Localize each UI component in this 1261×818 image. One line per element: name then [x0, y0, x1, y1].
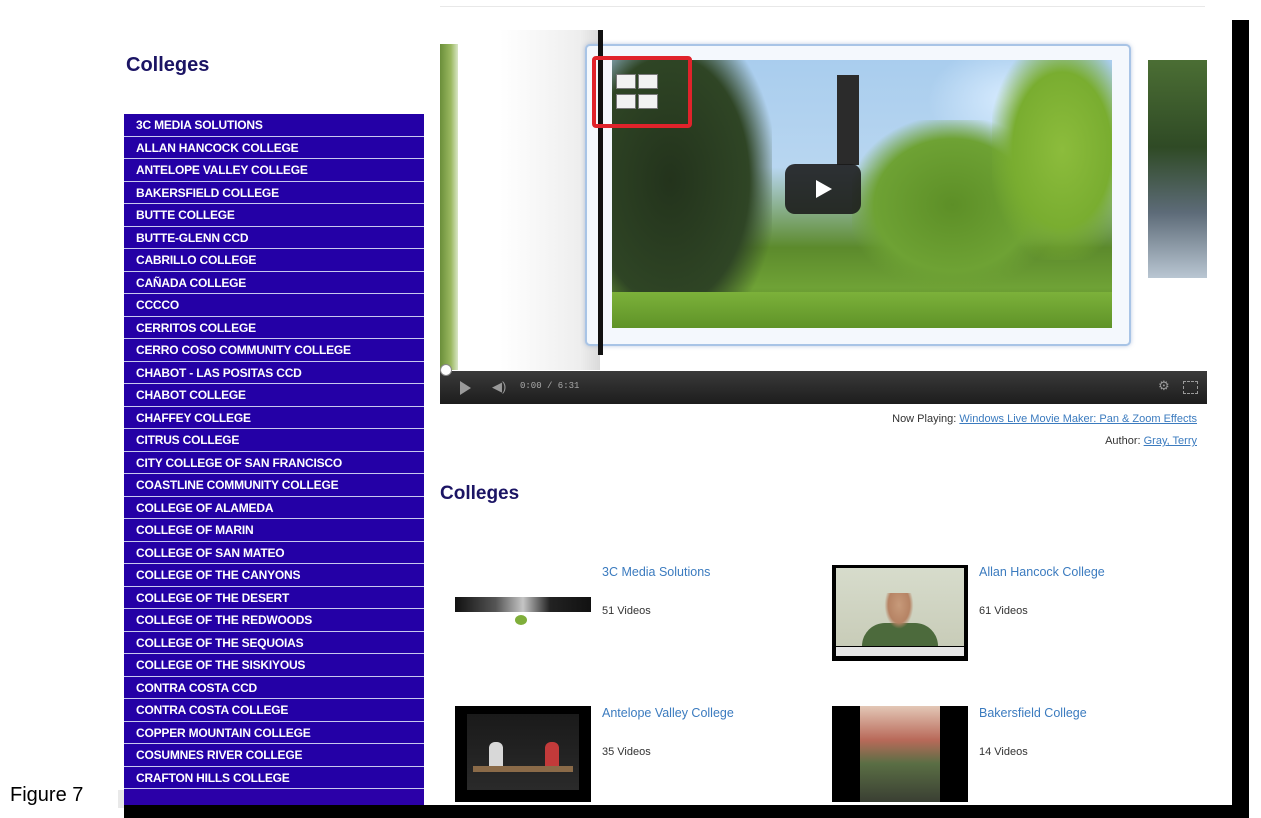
sidebar-item-cerro-coso[interactable]: CERRO COSO COMMUNITY COLLEGE — [124, 339, 424, 362]
sidebar-item-allan-hancock[interactable]: ALLAN HANCOCK COLLEGE — [124, 136, 424, 159]
speaker-icon[interactable]: ◀) — [492, 379, 510, 395]
sidebar-item-chaffey[interactable]: CHAFFEY COLLEGE — [124, 406, 424, 429]
college-card[interactable]: Antelope Valley College 35 Videos — [455, 706, 815, 816]
college-thumbnail[interactable] — [832, 706, 968, 802]
video-count: 35 Videos — [602, 746, 651, 758]
top-divider — [440, 6, 1205, 7]
sidebar-item-3c-media-solutions[interactable]: 3C MEDIA SOLUTIONS — [124, 114, 424, 137]
sidebar-item-chabot[interactable]: CHABOT COLLEGE — [124, 384, 424, 407]
college-name-link[interactable]: 3C Media Solutions — [602, 565, 710, 579]
college-name-link[interactable]: Bakersfield College — [979, 706, 1087, 720]
sidebar-item-citrus[interactable]: CITRUS COLLEGE — [124, 429, 424, 452]
gear-icon[interactable]: ⚙ — [1158, 379, 1172, 393]
sidebar-item-cccco[interactable]: CCCCO — [124, 294, 424, 317]
colleges-heading: Colleges — [440, 483, 520, 504]
sidebar-item-city-college-sf[interactable]: CITY COLLEGE OF SAN FRANCISCO — [124, 451, 424, 474]
sidebar-item-college-of-the-sequoias[interactable]: COLLEGE OF THE SEQUOIAS — [124, 631, 424, 654]
player-controls: ◀) 0:00 / 6:31 ⚙ — [440, 371, 1207, 404]
now-playing-title-link[interactable]: Windows Live Movie Maker: Pan & Zoom Eff… — [959, 413, 1197, 425]
progress-scrubber[interactable] — [440, 364, 452, 376]
college-card[interactable]: Allan Hancock College 61 Videos — [832, 565, 1192, 675]
frame-border-bottom — [124, 805, 1249, 818]
time-readout: 0:00 / 6:31 — [520, 381, 580, 391]
sidebar-item-college-of-san-mateo[interactable]: COLLEGE OF SAN MATEO — [124, 541, 424, 564]
sidebar-item-coastline[interactable]: COASTLINE COMMUNITY COLLEGE — [124, 474, 424, 497]
sidebar-item-butte[interactable]: BUTTE COLLEGE — [124, 204, 424, 227]
author-link[interactable]: Gray, Terry — [1144, 435, 1197, 447]
sidebar-item-college-of-alameda[interactable]: COLLEGE OF ALAMEDA — [124, 496, 424, 519]
sidebar-heading: Colleges — [126, 54, 210, 76]
sidebar-item-college-of-the-redwoods[interactable]: COLLEGE OF THE REDWOODS — [124, 609, 424, 632]
sidebar-item-cabrillo[interactable]: CABRILLO COLLEGE — [124, 249, 424, 272]
college-thumbnail[interactable] — [832, 565, 968, 661]
college-name-link[interactable]: Antelope Valley College — [602, 706, 734, 720]
green-tree-right — [992, 60, 1112, 260]
sidebar-item-chabot-las-positas[interactable]: CHABOT - LAS POSITAS CCD — [124, 361, 424, 384]
college-name-link[interactable]: Allan Hancock College — [979, 565, 1105, 579]
video-count: 61 Videos — [979, 605, 1028, 617]
college-list: 3C MEDIA SOLUTIONS ALLAN HANCOCK COLLEGE… — [124, 114, 424, 805]
sidebar-item-college-of-the-desert[interactable]: COLLEGE OF THE DESERT — [124, 586, 424, 609]
sidebar-item-antelope-valley[interactable]: ANTELOPE VALLEY COLLEGE — [124, 159, 424, 182]
screenshot-figure: Colleges 3C MEDIA SOLUTIONS ALLAN HANCOC… — [0, 0, 1261, 818]
sidebar-item-college-of-marin[interactable]: COLLEGE OF MARIN — [124, 519, 424, 542]
thumbnails-icon — [616, 74, 658, 112]
frame-border-right — [1232, 20, 1249, 818]
video-count: 14 Videos — [979, 746, 1028, 758]
figure-caption: Figure 7 — [10, 784, 84, 806]
lawn — [612, 292, 1112, 328]
sidebar-item-cosumnes-river[interactable]: COSUMNES RIVER COLLEGE — [124, 744, 424, 767]
sidebar-item-canada[interactable]: CAÑADA COLLEGE — [124, 271, 424, 294]
college-thumbnail[interactable] — [455, 565, 591, 661]
college-card[interactable]: Bakersfield College 14 Videos — [832, 706, 1192, 816]
sidebar-item-bakersfield[interactable]: BAKERSFIELD COLLEGE — [124, 181, 424, 204]
sidebar-item-college-of-the-canyons[interactable]: COLLEGE OF THE CANYONS — [124, 564, 424, 587]
sidebar-item-contra-costa-ccd[interactable]: CONTRA COSTA CCD — [124, 676, 424, 699]
fullscreen-icon[interactable] — [1183, 381, 1198, 394]
play-button[interactable] — [785, 164, 861, 214]
previous-slide-preview — [440, 44, 458, 370]
now-playing: Now Playing: Windows Live Movie Maker: P… — [892, 413, 1197, 425]
now-playing-label: Now Playing: — [892, 413, 960, 425]
sidebar-item-college-of-the-siskiyous[interactable]: COLLEGE OF THE SISKIYOUS — [124, 654, 424, 677]
sidebar-item-contra-costa-college[interactable]: CONTRA COSTA COLLEGE — [124, 699, 424, 722]
control-play-icon[interactable] — [460, 381, 471, 395]
video-player[interactable]: ◀) 0:00 / 6:31 ⚙ — [440, 30, 1207, 404]
sidebar-item-cerritos[interactable]: CERRITOS COLLEGE — [124, 316, 424, 339]
next-slide-preview — [1148, 60, 1207, 278]
video-count: 51 Videos — [602, 605, 651, 617]
college-card[interactable]: 3C Media Solutions 51 Videos — [455, 565, 815, 675]
sidebar-item-butte-glenn[interactable]: BUTTE-GLENN CCD — [124, 226, 424, 249]
college-thumbnail[interactable] — [455, 706, 591, 802]
sidebar-item-copper-mountain[interactable]: COPPER MOUNTAIN COLLEGE — [124, 721, 424, 744]
author-label: Author: — [1105, 435, 1144, 447]
sidebar-item-crafton-hills[interactable]: CRAFTON HILLS COLLEGE — [124, 766, 424, 789]
author-line: Author: Gray, Terry — [1105, 435, 1197, 447]
